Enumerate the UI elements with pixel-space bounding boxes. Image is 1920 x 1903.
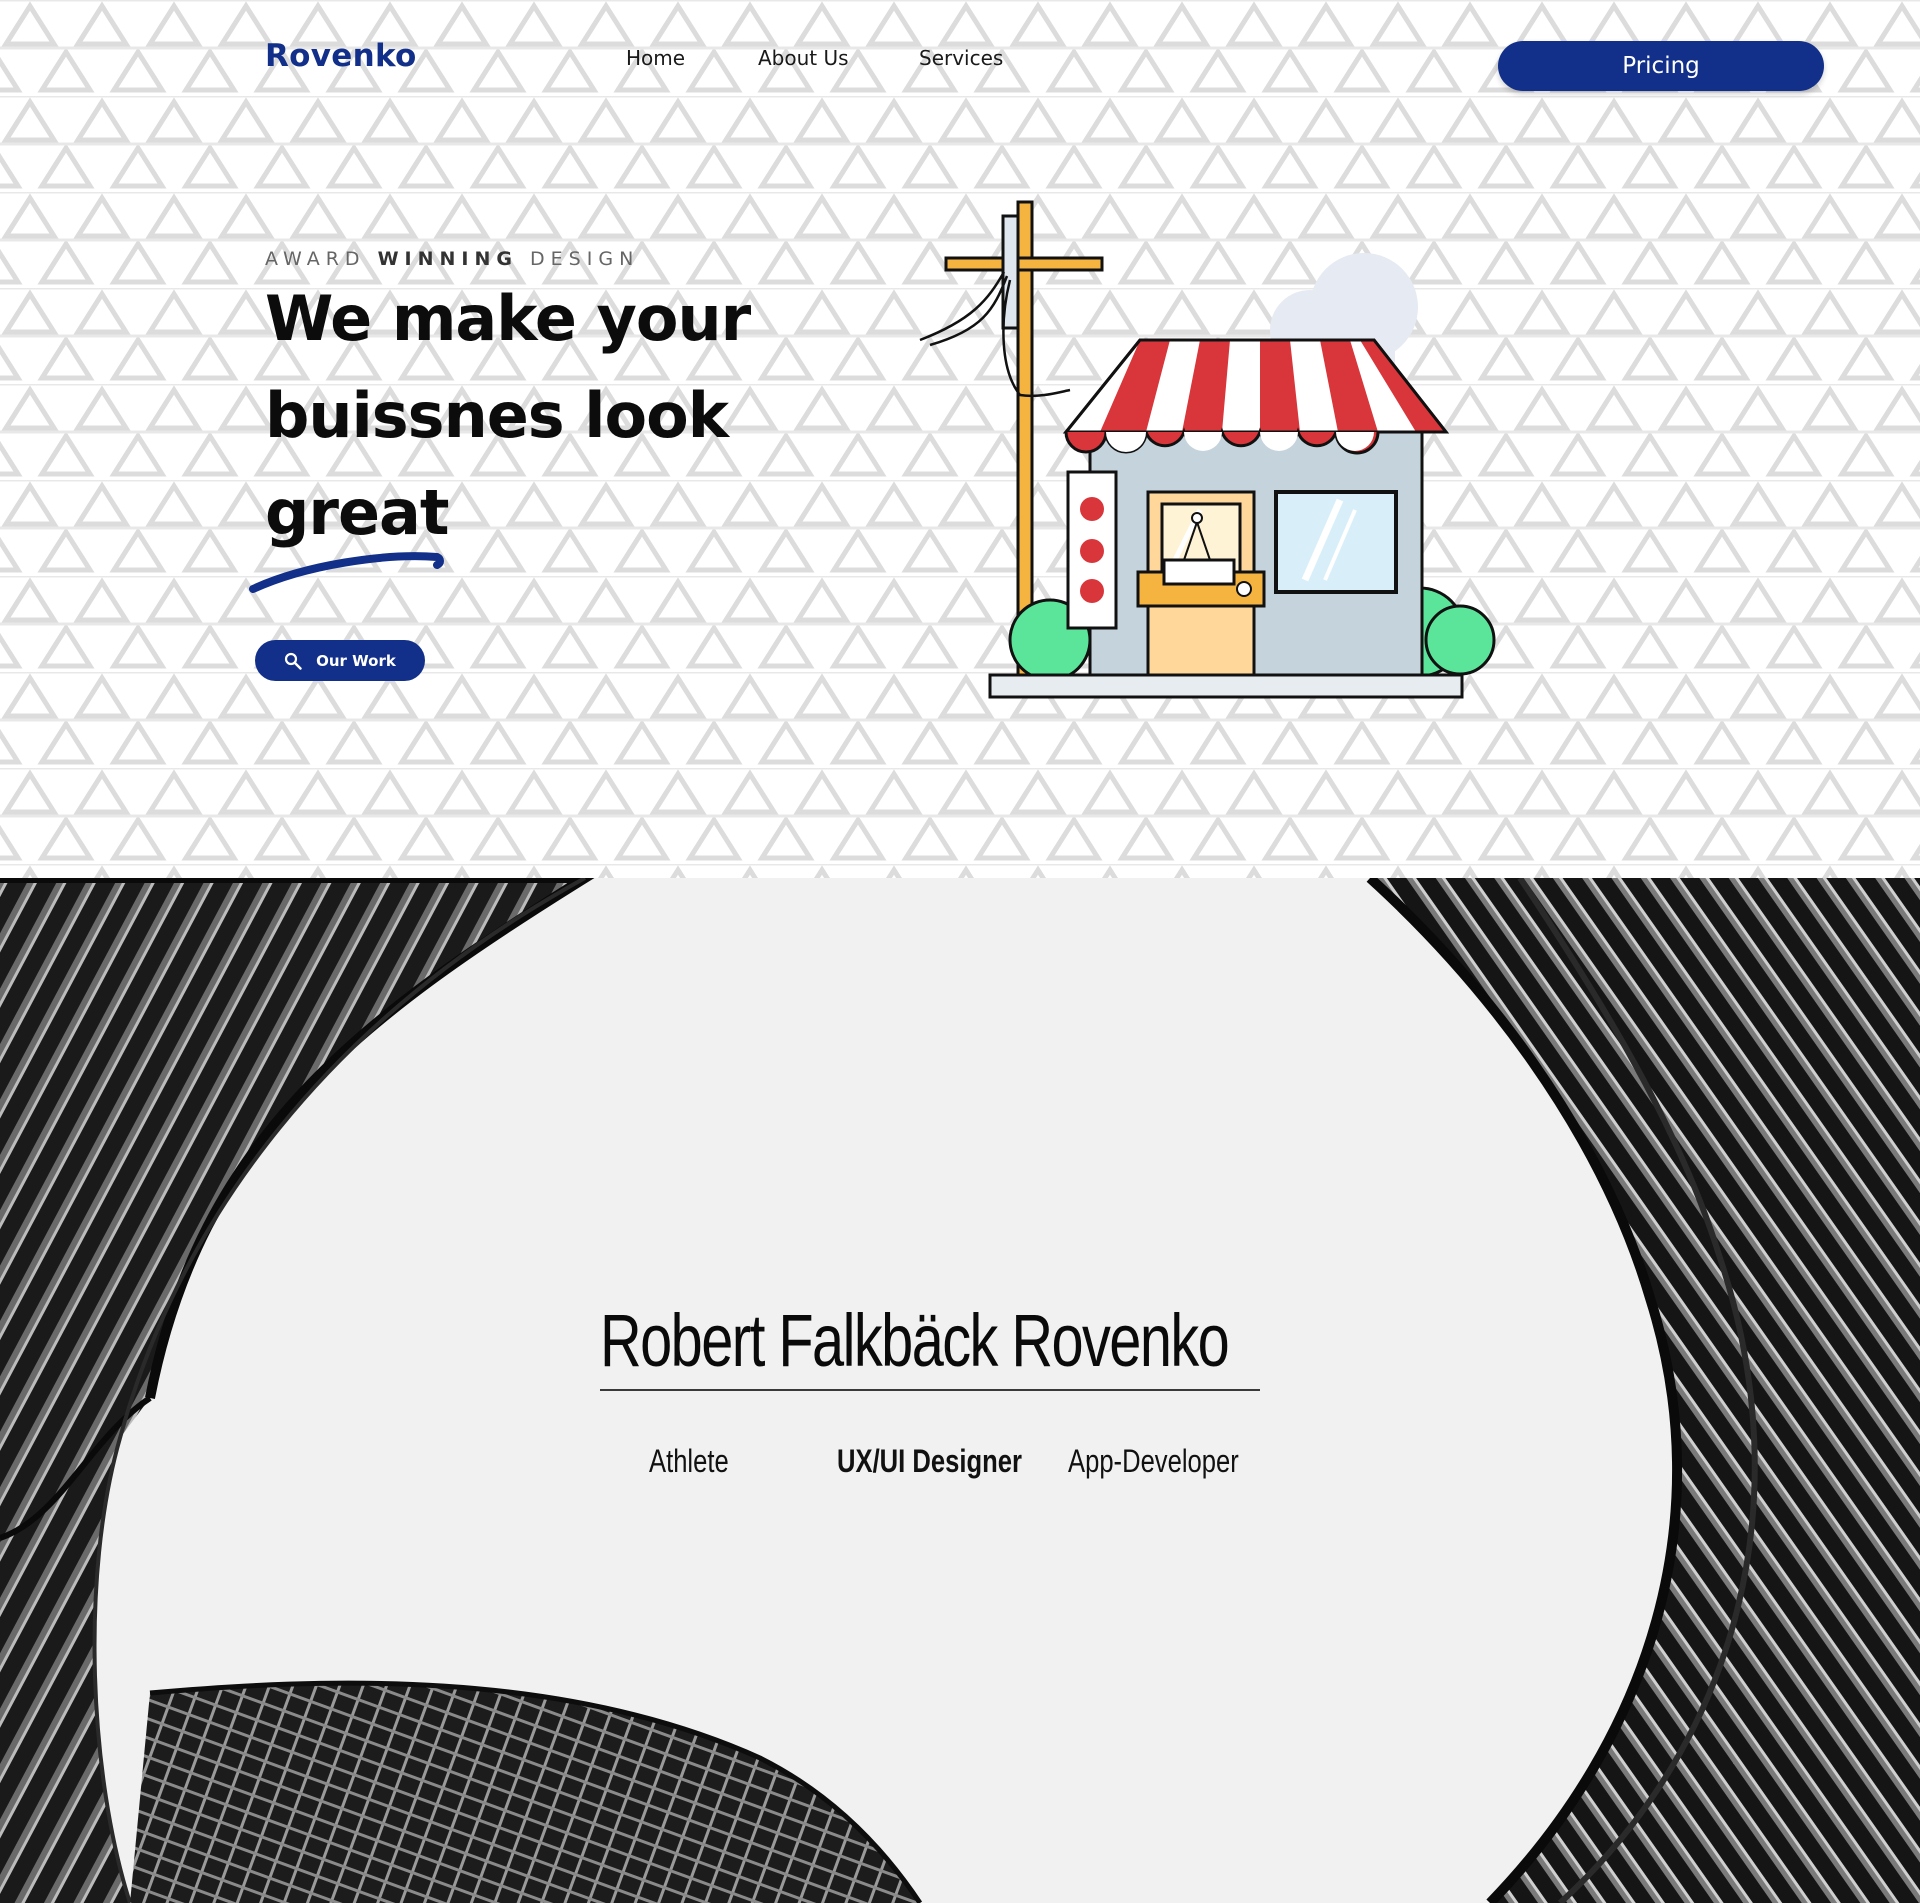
profile-name: Robert Falkbäck Rovenko — [600, 1299, 1230, 1382]
shop-ground — [988, 673, 1464, 699]
eyebrow-word-design: DESIGN — [530, 248, 640, 270]
underline-swoosh-decoration — [249, 552, 444, 593]
hero-section: Rovenko Home About Us Services Pricing A… — [0, 0, 1920, 878]
role-athlete: Athlete — [649, 1443, 729, 1479]
eyebrow-word-winning: WINNING — [377, 248, 518, 270]
storefront-illustration — [919, 200, 1496, 699]
nav-link-services[interactable]: Services — [919, 46, 1003, 70]
profile-section: Robert Falkbäck Rovenko Athlete UX/UI De… — [0, 878, 1920, 1903]
search-icon — [285, 652, 302, 670]
hero-eyebrow: AWARD WINNING DESIGN — [265, 248, 639, 270]
nav-link-about-us[interactable]: About Us — [758, 46, 849, 70]
hero-headline: We make your buissnes look great — [265, 270, 825, 561]
vertical-sign — [1066, 470, 1118, 630]
headline-line-1: We make your — [265, 282, 751, 355]
name-underline-divider — [600, 1389, 1260, 1391]
shop-window — [1274, 490, 1398, 594]
pricing-button[interactable]: Pricing — [1498, 41, 1824, 91]
headline-line-2: buissnes look — [265, 379, 729, 452]
brand-logo[interactable]: Rovenko — [265, 38, 417, 74]
nav-link-home[interactable]: Home — [626, 46, 685, 70]
our-work-button[interactable]: Our Work — [255, 640, 425, 681]
eyebrow-word-award: AWARD — [265, 248, 366, 270]
our-work-label: Our Work — [316, 651, 396, 670]
shop-door — [1136, 490, 1266, 679]
role-ux-ui-designer: UX/UI Designer — [837, 1443, 1022, 1479]
role-app-developer: App-Developer — [1068, 1443, 1239, 1479]
